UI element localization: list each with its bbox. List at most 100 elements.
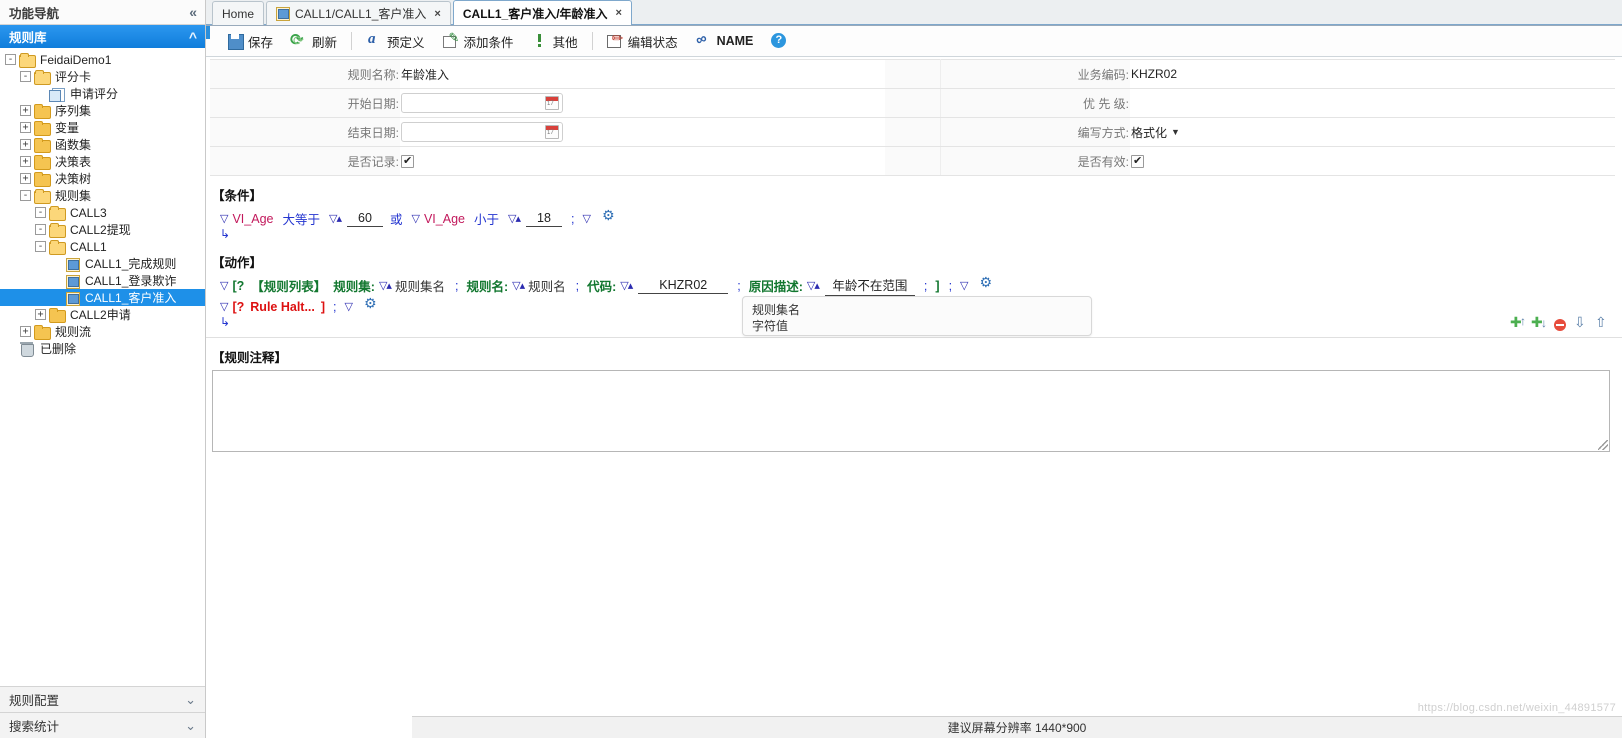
tab-close-icon[interactable]: × xyxy=(434,8,440,20)
condition-variable-2[interactable]: VI_Age xyxy=(424,212,465,226)
insert-row-below-icon[interactable] xyxy=(1531,314,1547,333)
tree-item[interactable]: 申请评分 xyxy=(0,85,205,102)
tree-item[interactable]: - CALL1 xyxy=(0,238,205,255)
help-button[interactable] xyxy=(762,29,796,53)
is-valid-checkbox[interactable] xyxy=(1131,154,1144,169)
tree-item[interactable]: + CALL2申请 xyxy=(0,306,205,323)
tree-item[interactable]: + 函数集 xyxy=(0,136,205,153)
is-logged-checkbox[interactable] xyxy=(401,154,414,169)
move-row-down-icon[interactable] xyxy=(1574,314,1589,333)
condition-dropdown-icon-2[interactable]: ▽▴ xyxy=(508,212,521,225)
double-chevron-left-icon[interactable]: « xyxy=(189,5,197,19)
collapse-icon[interactable]: - xyxy=(20,71,31,82)
insert-row-above-icon[interactable] xyxy=(1510,314,1526,333)
action-code-dropdown-icon[interactable]: ▽▴ xyxy=(620,279,633,292)
calendar-icon[interactable] xyxy=(545,125,559,139)
resize-grip-icon[interactable] xyxy=(1598,440,1608,450)
tree-item[interactable]: + 规则流 xyxy=(0,323,205,340)
action-settings-gear-icon-1[interactable] xyxy=(980,274,993,292)
action-reason-value[interactable]: 年龄不在范围 xyxy=(824,275,915,296)
expand-icon[interactable]: + xyxy=(20,139,31,150)
collapse-icon[interactable]: - xyxy=(35,224,46,235)
condition-settings-gear-icon[interactable] xyxy=(602,207,615,225)
end-date-input[interactable] xyxy=(401,122,563,142)
tree-item[interactable]: + 决策树 xyxy=(0,170,205,187)
collapse-icon[interactable]: - xyxy=(35,241,46,252)
start-date-input[interactable] xyxy=(401,93,563,113)
halt-triangle-icon-tail[interactable]: ▽ xyxy=(345,300,353,313)
action-triangle-icon-1[interactable]: ▽ xyxy=(220,279,228,292)
condition-triangle-icon-3[interactable]: ▽ xyxy=(582,212,590,225)
sidebar-item-search-stats[interactable]: 搜索统计 ⌄ xyxy=(0,712,205,738)
expand-icon[interactable]: + xyxy=(20,326,31,337)
action-expression-row-1[interactable]: ▽ [? 【规则列表】 规则集: ▽▴ 规则集名 ; 规则名: ▽▴ 规则名 ;… xyxy=(206,274,1622,296)
rule-library-section-header[interactable]: 规则库 ^ xyxy=(0,25,205,48)
condition-expression-row[interactable]: ▽ VI_Age 大等于 ▽▴ 60 或 ▽ VI_Age 小于 ▽▴ 18 ;… xyxy=(206,207,1622,229)
action-reason-dropdown-icon[interactable]: ▽▴ xyxy=(807,279,820,292)
condition-value-1[interactable]: 60 xyxy=(346,211,383,227)
halt-label[interactable]: Rule Halt... xyxy=(250,300,315,314)
tree-item[interactable]: - CALL3 xyxy=(0,204,205,221)
tree-item[interactable]: 已删除 xyxy=(0,340,205,357)
tree-item[interactable]: + 决策表 xyxy=(0,153,205,170)
tree-item[interactable]: + 变量 xyxy=(0,119,205,136)
expand-icon[interactable]: + xyxy=(35,309,46,320)
double-chevron-down-icon[interactable]: ⌄ xyxy=(185,692,196,708)
sidebar-item-rule-config[interactable]: 规则配置 ⌄ xyxy=(0,686,205,712)
action-rulename-value[interactable]: 规则名 xyxy=(528,276,566,295)
refresh-button[interactable]: 刷新 xyxy=(282,29,346,53)
remove-row-icon[interactable] xyxy=(1553,318,1568,333)
double-chevron-up-icon[interactable]: ^ xyxy=(189,30,197,44)
action-code-value[interactable]: KHZR02 xyxy=(638,278,729,294)
tree-item[interactable]: - 评分卡 xyxy=(0,68,205,85)
condition-operator-1[interactable]: 大等于 xyxy=(282,209,320,228)
tree-item[interactable]: CALL1_登录欺诈 xyxy=(0,272,205,289)
tab-item[interactable]: CALL1/CALL1_客户准入 × xyxy=(266,1,451,25)
action-ruleset-dropdown-icon[interactable]: ▽▴ xyxy=(379,279,392,292)
other-button[interactable]: 其他 xyxy=(523,29,587,53)
tree-item[interactable]: - CALL2提现 xyxy=(0,221,205,238)
condition-dropdown-icon-1[interactable]: ▽▴ xyxy=(329,212,342,225)
expand-icon[interactable]: + xyxy=(20,156,31,167)
rule-name-value[interactable]: 年龄准入 xyxy=(400,59,885,89)
expand-icon[interactable]: + xyxy=(20,173,31,184)
condition-logic-operator[interactable]: 或 xyxy=(390,209,403,228)
tab-item[interactable]: CALL1_客户准入/年龄准入 × xyxy=(452,0,632,25)
tab-bar[interactable]: Home CALL1/CALL1_客户准入 × CALL1_客户准入/年龄准入 × xyxy=(206,0,1622,26)
row-action-toolbar[interactable] xyxy=(1510,314,1610,333)
tree-item[interactable]: - FeidaiDemo1 xyxy=(0,51,205,68)
tree-item[interactable]: CALL1_完成规则 xyxy=(0,255,205,272)
calendar-icon[interactable] xyxy=(545,96,559,110)
condition-triangle-icon-1[interactable]: ▽ xyxy=(220,212,228,225)
rule-comment-textarea[interactable] xyxy=(212,370,1610,452)
collapse-icon[interactable]: - xyxy=(35,207,46,218)
business-code-value[interactable]: KHZR02 xyxy=(1130,59,1615,89)
action-triangle-icon-tail[interactable]: ▽ xyxy=(960,279,968,292)
tree-item[interactable]: CALL1_客户准入 xyxy=(0,289,205,306)
tab-close-icon[interactable]: × xyxy=(616,7,622,19)
halt-triangle-icon[interactable]: ▽ xyxy=(220,300,228,313)
collapse-icon[interactable]: - xyxy=(5,54,16,65)
condition-variable-1[interactable]: VI_Age xyxy=(232,212,273,226)
action-rulename-dropdown-icon[interactable]: ▽▴ xyxy=(512,279,525,292)
double-chevron-down-icon[interactable]: ⌄ xyxy=(185,718,196,734)
tree-item[interactable]: - 规则集 xyxy=(0,187,205,204)
predefined-button[interactable]: 预定义 xyxy=(357,29,434,53)
expand-icon[interactable]: + xyxy=(20,105,31,116)
add-condition-button[interactable]: 添加条件 xyxy=(434,29,523,53)
expand-icon[interactable]: + xyxy=(20,122,31,133)
action-ruleset-value[interactable]: 规则集名 xyxy=(395,276,445,295)
edit-state-button[interactable]: 编辑状态 xyxy=(598,29,687,53)
condition-triangle-icon-2[interactable]: ▽ xyxy=(412,212,420,225)
tree-item[interactable]: + 序列集 xyxy=(0,102,205,119)
condition-value-2[interactable]: 18 xyxy=(525,211,562,227)
priority-value[interactable] xyxy=(1130,88,1615,118)
save-button[interactable]: 保存 xyxy=(218,29,282,53)
rule-library-tree[interactable]: - FeidaiDemo1- 评分卡 申请评分 + 序列集 + 变量 + 函数集 + 决策表 + 决策树 -… xyxy=(0,48,205,646)
write-mode-select[interactable]: 格式化 ▼ xyxy=(1131,124,1180,141)
collapse-icon[interactable]: - xyxy=(20,190,31,201)
editor-toolbar[interactable]: 保存 刷新 预定义 添加条件 其他 编辑状态 xyxy=(206,26,1622,57)
tab-item[interactable]: Home xyxy=(212,1,265,25)
move-row-up-icon[interactable] xyxy=(1595,314,1610,333)
name-button[interactable]: NAME xyxy=(687,29,763,53)
